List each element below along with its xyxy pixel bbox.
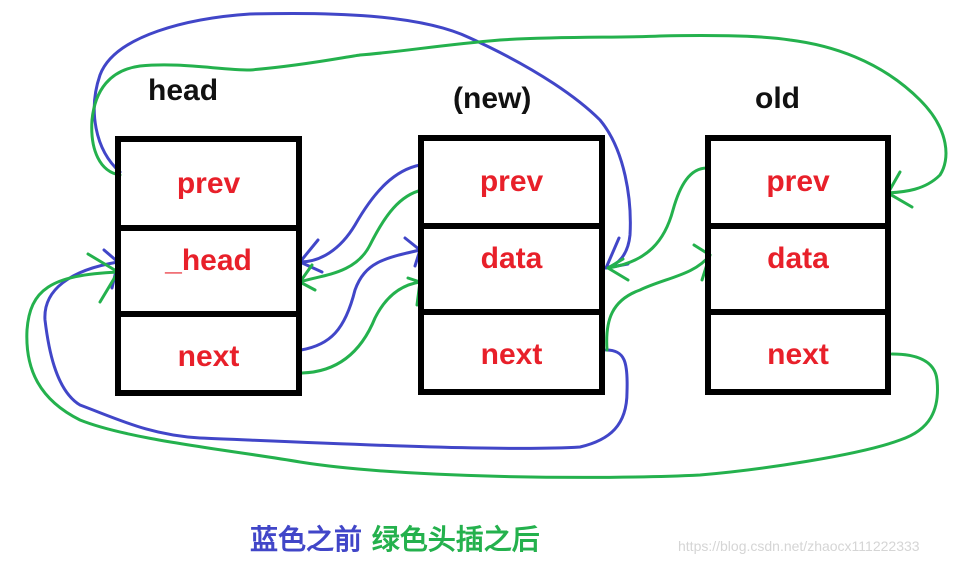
legend-blue-before: 蓝色之前: [250, 523, 363, 556]
field-head-head: _head: [121, 225, 296, 311]
green-arrow-new-prev-to-head-head: [298, 188, 424, 284]
node-new: prev data next: [418, 135, 605, 395]
node-title-old: old: [755, 82, 800, 115]
blue-arrow-head-next-to-new-data: [299, 248, 422, 352]
legend-green-after: 绿色头插之后: [371, 523, 540, 556]
field-old-data: data: [711, 223, 885, 309]
node-head: prev _head next: [115, 136, 302, 396]
field-head-prev: prev: [176, 166, 241, 200]
node-title-new: (new): [453, 82, 532, 115]
legend-caption: 蓝色之前 绿色头插之后: [250, 518, 540, 558]
node-title-head: head: [148, 74, 219, 107]
field-old-next: next: [711, 309, 885, 395]
field-new-prev: prev: [479, 165, 544, 198]
field-head-next: next: [121, 311, 296, 396]
green-arrowhead-new-data-right: [606, 257, 630, 282]
blue-arrow-new-prev-to-head-head: [298, 163, 422, 264]
green-arrow-new-next-to-old-data: [605, 253, 712, 352]
field-new-next: next: [424, 309, 599, 395]
green-arrowhead-head-head-left: [86, 252, 120, 304]
green-arrow-old-prev-to-new-data: [606, 166, 709, 270]
field-old-prev: prev: [766, 165, 830, 198]
green-arrow-head-next-to-new-data: [300, 280, 422, 375]
node-old: prev data next: [705, 135, 891, 395]
watermark: https://blog.csdn.net/zhaocx111222333: [678, 538, 920, 554]
field-new-data: data: [424, 223, 599, 309]
